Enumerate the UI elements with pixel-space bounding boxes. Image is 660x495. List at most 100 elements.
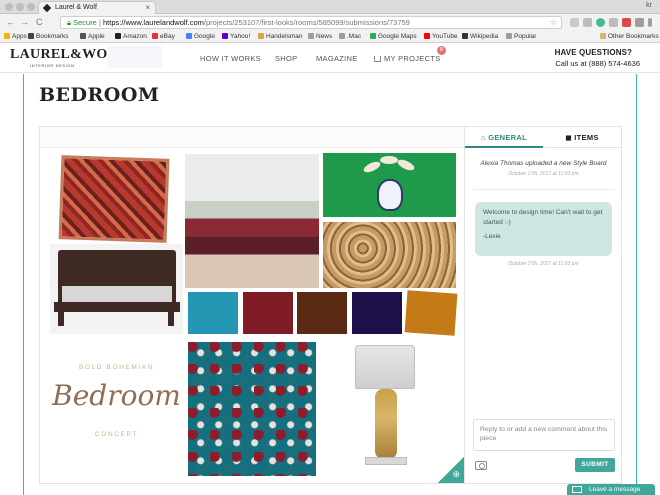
bookmark-star-icon[interactable]: ☆ xyxy=(550,17,557,28)
other-bookmarks[interactable]: Other Bookmarks xyxy=(600,31,659,42)
bookmark-item[interactable]: Wikipedia xyxy=(462,31,498,42)
bookmark-label: YouTube xyxy=(432,33,458,40)
secure-label: Secure xyxy=(73,18,97,27)
concept-top-text: BOLD BOHEMIAN xyxy=(79,364,154,371)
bed-leg-shape xyxy=(58,312,64,326)
tab-close-icon[interactable]: × xyxy=(145,2,150,14)
style-board: BOLD BOHEMIAN Bedroom CONCEPT ⊕ ⌂ GENERA… xyxy=(39,126,622,484)
bookmark-favicon-icon xyxy=(370,33,376,39)
url-path: /projects/253107/first-looks/rooms/58509… xyxy=(203,18,410,27)
bookmark-item[interactable]: Handelsman xyxy=(258,31,303,42)
bookmark-item[interactable]: Apple xyxy=(80,31,105,42)
designer-message: Welcome to design time! Can't wait to ge… xyxy=(475,202,612,256)
bookmark-item[interactable]: Bookmarks xyxy=(28,31,69,42)
bookmark-item[interactable]: Yahoo! xyxy=(222,31,250,42)
bookmark-item[interactable]: Google xyxy=(186,31,215,42)
leaf-shape xyxy=(396,157,416,173)
bookmark-label: Bookmarks xyxy=(36,33,69,40)
url-domain: https://www.laurelandwolf.com xyxy=(103,18,204,27)
vase-shape xyxy=(377,179,403,211)
comment-input[interactable]: Reply to or add a new comment about this… xyxy=(473,419,615,451)
chat-icon: ◼ xyxy=(565,133,575,142)
bookmark-favicon-icon xyxy=(506,33,512,39)
bookmark-label: Google xyxy=(194,33,215,40)
tab-items[interactable]: ◼ ITEMS xyxy=(543,127,621,148)
bookmark-label: Apps xyxy=(12,33,27,40)
browser-tab-strip: Laurel & Wolf × kr xyxy=(0,0,660,14)
upload-timestamp: October 17th, 2017 at 11:03 pm xyxy=(508,171,579,177)
bookmark-label: Wikipedia xyxy=(470,33,499,40)
bookmark-favicon-icon xyxy=(115,33,121,39)
projects-notification-badge: 8 xyxy=(437,46,446,55)
leaf-shape xyxy=(362,159,382,175)
bed-frame-image[interactable] xyxy=(50,244,183,334)
zoom-icon: ⊕ xyxy=(452,469,460,479)
phone-number[interactable]: Call us at (888) 574-4636 xyxy=(555,59,640,68)
bookmark-item[interactable]: Amazon xyxy=(115,31,147,42)
forward-icon[interactable]: → xyxy=(20,16,29,29)
submit-button[interactable]: SUBMIT xyxy=(575,458,615,472)
bookmark-favicon-icon xyxy=(462,33,468,39)
zoom-button[interactable]: ⊕ xyxy=(438,457,464,483)
bookmark-favicon-icon xyxy=(258,33,264,39)
bookmark-item[interactable]: Popular xyxy=(506,31,536,42)
extension-icon[interactable] xyxy=(635,18,644,27)
bookmark-item[interactable]: .Mac xyxy=(339,31,361,42)
menu-icon[interactable] xyxy=(648,18,652,27)
color-swatch[interactable] xyxy=(352,292,402,334)
logo-subtitle: INTERIOR DESIGN xyxy=(30,63,75,68)
bookmark-item[interactable]: YouTube xyxy=(424,31,458,42)
minimize-window-icon[interactable] xyxy=(16,3,24,11)
color-swatch[interactable] xyxy=(404,290,458,336)
nav-how-it-works[interactable]: HOW IT WORKS xyxy=(200,54,261,63)
bed-rail-shape xyxy=(54,302,180,312)
header-blank-area xyxy=(108,46,162,68)
bookmark-item[interactable]: eBay xyxy=(152,31,175,42)
bookmark-label: News xyxy=(316,33,333,40)
color-swatch[interactable] xyxy=(297,292,347,334)
extension-icon[interactable] xyxy=(583,18,592,27)
close-window-icon[interactable] xyxy=(5,3,13,11)
mattress-shape xyxy=(62,286,172,302)
extension-icon[interactable] xyxy=(622,18,631,27)
address-bar[interactable]: 🔒︎ Secure | https://www.laurelandwolf.co… xyxy=(60,16,562,29)
camera-icon[interactable] xyxy=(475,461,487,470)
lamp-image[interactable] xyxy=(345,345,425,475)
bookmark-item[interactable]: News xyxy=(308,31,332,42)
concept-script-text: Bedroom xyxy=(52,379,181,412)
color-swatch[interactable] xyxy=(243,292,293,334)
bookmark-label: eBay xyxy=(160,33,175,40)
back-icon[interactable]: ← xyxy=(6,16,15,29)
page-title: BEDROOM xyxy=(39,84,160,106)
browser-tab[interactable]: Laurel & Wolf × xyxy=(38,1,156,14)
bookmark-label: Yahoo! xyxy=(230,33,251,40)
maximize-window-icon[interactable] xyxy=(27,3,35,11)
bookmark-item[interactable]: Google Maps xyxy=(370,31,417,42)
bookmark-favicon-icon xyxy=(80,33,86,39)
bedroom-photo[interactable] xyxy=(185,154,319,288)
vase-art-image[interactable] xyxy=(323,153,456,217)
profile-label[interactable]: kr xyxy=(646,2,652,9)
home-icon xyxy=(374,56,381,62)
lamp-foot-shape xyxy=(365,457,407,465)
concept-title-card: BOLD BOHEMIAN Bedroom CONCEPT xyxy=(50,349,183,469)
nav-my-projects[interactable]: MY PROJECTS xyxy=(374,54,441,63)
color-swatch[interactable] xyxy=(188,292,238,334)
bookmark-label: Google Maps xyxy=(378,33,417,40)
tab-general[interactable]: ⌂ GENERAL xyxy=(465,127,543,148)
page-border-right xyxy=(636,74,637,495)
rug-image[interactable] xyxy=(58,155,170,243)
carved-panel-image[interactable] xyxy=(323,222,456,288)
floral-fabric-image[interactable] xyxy=(188,342,316,476)
moodboard-canvas[interactable]: BOLD BOHEMIAN Bedroom CONCEPT ⊕ xyxy=(40,149,464,483)
reload-icon[interactable]: C xyxy=(36,16,43,29)
bookmark-favicon-icon xyxy=(339,33,345,39)
extension-icon[interactable] xyxy=(570,18,579,27)
extension-icon[interactable] xyxy=(596,18,605,27)
nav-magazine[interactable]: MAGAZINE xyxy=(316,54,358,63)
nav-shop[interactable]: SHOP xyxy=(275,54,297,63)
extension-icon[interactable] xyxy=(609,18,618,27)
leave-message-button[interactable]: Leave a message xyxy=(567,484,655,495)
browser-toolbar: ← → C 🔒︎ Secure | https://www.laurelandw… xyxy=(0,14,660,31)
bookmark-item[interactable]: Apps xyxy=(4,31,27,42)
